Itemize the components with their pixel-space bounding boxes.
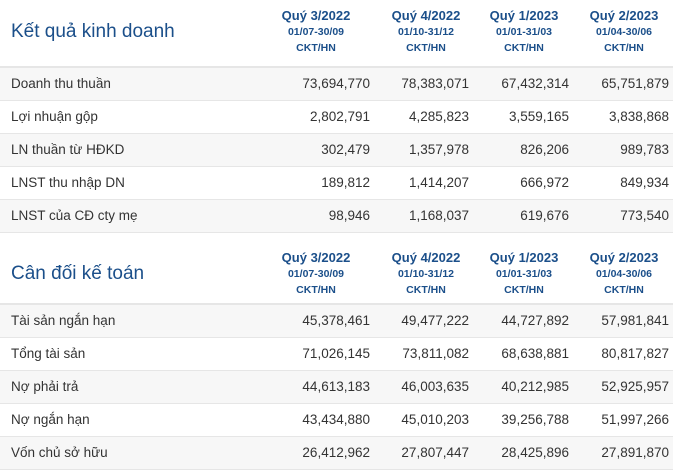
cell-value: 52,925,957 bbox=[601, 379, 669, 394]
cell-value: 98,946 bbox=[328, 208, 370, 223]
cell-value: 619,676 bbox=[520, 208, 569, 223]
cell-value: 78,383,071 bbox=[401, 76, 469, 91]
row-label[interactable]: Nợ ngắn hạn bbox=[11, 412, 90, 427]
cell-value: 73,811,082 bbox=[402, 346, 469, 361]
cell-value: 1,414,207 bbox=[408, 175, 469, 190]
table-row: Doanh thu thuần 73,694,770 78,383,071 67… bbox=[0, 68, 673, 101]
cell-value: 26,412,962 bbox=[302, 445, 370, 460]
row-label[interactable]: Tổng tài sản bbox=[11, 346, 85, 361]
balance-sheet-rows: Tài sản ngắn hạn 45,378,461 49,477,222 4… bbox=[0, 305, 673, 470]
cell-value: 68,638,881 bbox=[501, 346, 569, 361]
cell-value: 1,357,978 bbox=[408, 142, 469, 157]
row-label[interactable]: LNST thu nhập DN bbox=[11, 175, 125, 190]
cell-value: 40,212,985 bbox=[501, 379, 569, 394]
cell-value: 43,434,880 bbox=[302, 412, 370, 427]
row-label[interactable]: LNST của CĐ cty mẹ bbox=[11, 208, 138, 223]
cell-value: 2,802,791 bbox=[309, 109, 370, 124]
column-header-q1-2023: Quý 1/2023 01/01-31/03 CKT/HN bbox=[489, 250, 559, 296]
cell-value: 3,838,868 bbox=[608, 109, 669, 124]
cell-value: 27,807,447 bbox=[401, 445, 469, 460]
column-header-q2-2023: Quý 2/2023 01/04-30/06 CKT/HN bbox=[589, 250, 659, 296]
table-row: Nợ ngắn hạn 43,434,880 45,010,203 39,256… bbox=[0, 404, 673, 437]
column-header-q4-2022: Quý 4/2022 01/10-31/12 CKT/HN bbox=[391, 250, 461, 296]
cell-value: 49,477,222 bbox=[401, 313, 469, 328]
cell-value: 80,817,827 bbox=[601, 346, 669, 361]
row-label[interactable]: Nợ phải trả bbox=[11, 379, 78, 394]
balance-sheet-header: Cân đối kế toán Quý 3/2022 01/07-30/09 C… bbox=[0, 237, 673, 305]
cell-value: 45,378,461 bbox=[302, 313, 370, 328]
row-label[interactable]: Vốn chủ sở hữu bbox=[11, 445, 108, 460]
cell-value: 71,026,145 bbox=[302, 346, 370, 361]
table-row: Tổng tài sản 71,026,145 73,811,082 68,63… bbox=[0, 338, 673, 371]
cell-value: 3,559,165 bbox=[508, 109, 569, 124]
table-row: Tài sản ngắn hạn 45,378,461 49,477,222 4… bbox=[0, 305, 673, 338]
column-header-q2-2023: Quý 2/2023 01/04-30/06 CKT/HN bbox=[589, 8, 659, 54]
cell-value: 28,425,896 bbox=[501, 445, 569, 460]
business-results-header: Kết quả kinh doanh Quý 3/2022 01/07-30/0… bbox=[0, 0, 673, 68]
row-label[interactable]: Doanh thu thuần bbox=[11, 76, 111, 91]
business-results-title[interactable]: Kết quả kinh doanh bbox=[11, 21, 175, 43]
table-row: LN thuần từ HĐKD 302,479 1,357,978 826,2… bbox=[0, 134, 673, 167]
cell-value: 45,010,203 bbox=[401, 412, 469, 427]
cell-value: 27,891,870 bbox=[601, 445, 669, 460]
row-label[interactable]: Tài sản ngắn hạn bbox=[11, 313, 115, 328]
business-results-rows: Doanh thu thuần 73,694,770 78,383,071 67… bbox=[0, 68, 673, 233]
cell-value: 51,997,266 bbox=[601, 412, 669, 427]
table-row: Nợ phải trả 44,613,183 46,003,635 40,212… bbox=[0, 371, 673, 404]
cell-value: 73,694,770 bbox=[302, 76, 370, 91]
cell-value: 44,727,892 bbox=[501, 313, 569, 328]
cell-value: 39,256,788 bbox=[501, 412, 569, 427]
cell-value: 849,934 bbox=[620, 175, 669, 190]
business-results-section: Kết quả kinh doanh Quý 3/2022 01/07-30/0… bbox=[0, 0, 673, 233]
table-row: Lợi nhuận gộp 2,802,791 4,285,823 3,559,… bbox=[0, 101, 673, 134]
column-header-q3-2022: Quý 3/2022 01/07-30/09 CKT/HN bbox=[281, 8, 351, 54]
table-row: Vốn chủ sở hữu 26,412,962 27,807,447 28,… bbox=[0, 437, 673, 470]
cell-value: 67,432,314 bbox=[501, 76, 569, 91]
table-row: LNST thu nhập DN 189,812 1,414,207 666,9… bbox=[0, 167, 673, 200]
table-row: LNST của CĐ cty mẹ 98,946 1,168,037 619,… bbox=[0, 200, 673, 233]
cell-value: 1,168,037 bbox=[408, 208, 469, 223]
column-header-q3-2022: Quý 3/2022 01/07-30/09 CKT/HN bbox=[281, 250, 351, 296]
balance-sheet-section: Cân đối kế toán Quý 3/2022 01/07-30/09 C… bbox=[0, 237, 673, 470]
balance-sheet-title[interactable]: Cân đối kế toán bbox=[11, 263, 144, 285]
column-header-q4-2022: Quý 4/2022 01/10-31/12 CKT/HN bbox=[391, 8, 461, 54]
column-header-q1-2023: Quý 1/2023 01/01-31/03 CKT/HN bbox=[489, 8, 559, 54]
cell-value: 826,206 bbox=[520, 142, 569, 157]
cell-value: 44,613,183 bbox=[302, 379, 370, 394]
row-label[interactable]: Lợi nhuận gộp bbox=[11, 109, 98, 124]
cell-value: 989,783 bbox=[620, 142, 669, 157]
cell-value: 65,751,879 bbox=[601, 76, 669, 91]
cell-value: 302,479 bbox=[321, 142, 370, 157]
cell-value: 46,003,635 bbox=[401, 379, 469, 394]
row-label[interactable]: LN thuần từ HĐKD bbox=[11, 142, 124, 157]
cell-value: 189,812 bbox=[321, 175, 370, 190]
cell-value: 773,540 bbox=[620, 208, 669, 223]
cell-value: 4,285,823 bbox=[408, 109, 469, 124]
cell-value: 666,972 bbox=[520, 175, 569, 190]
cell-value: 57,981,841 bbox=[601, 313, 669, 328]
